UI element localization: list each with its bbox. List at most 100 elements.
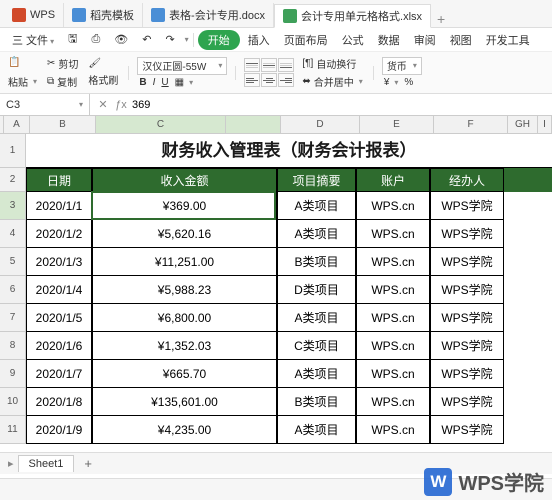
- table-row[interactable]: 2020/1/1¥369.00A类项目WPS.cnWPS学院: [26, 192, 552, 220]
- ribbon-data[interactable]: 数据: [372, 30, 406, 50]
- row-header[interactable]: 1: [0, 134, 25, 168]
- row-header[interactable]: 4: [0, 220, 25, 248]
- tab-wps[interactable]: WPS: [4, 3, 64, 27]
- ribbon-insert[interactable]: 插入: [242, 30, 276, 50]
- align-left[interactable]: [244, 73, 260, 87]
- redo-icon[interactable]: ↷: [159, 31, 180, 48]
- font-selector[interactable]: 汉仪正圆-55W▾: [137, 57, 227, 75]
- cell[interactable]: WPS学院: [430, 276, 504, 304]
- cell[interactable]: D类项目: [277, 276, 356, 304]
- cell[interactable]: ¥5,620.16: [92, 220, 277, 248]
- cut-button[interactable]: ✂剪切: [45, 55, 80, 72]
- col-header[interactable]: A: [4, 116, 30, 133]
- fx-icon[interactable]: ƒx: [114, 99, 128, 111]
- cell[interactable]: ¥4,235.00: [92, 416, 277, 444]
- col-header[interactable]: [226, 116, 281, 133]
- row-header[interactable]: 2: [0, 168, 25, 192]
- paste-button[interactable]: 📋: [6, 56, 39, 72]
- cell[interactable]: 2020/1/1: [26, 192, 92, 220]
- cell[interactable]: 2020/1/5: [26, 304, 92, 332]
- file-menu[interactable]: 三 文件▾: [6, 30, 60, 50]
- table-row[interactable]: 2020/1/5¥6,800.00A类项目WPS.cnWPS学院: [26, 304, 552, 332]
- table-row[interactable]: 2020/1/3¥11,251.00B类项目WPS.cnWPS学院: [26, 248, 552, 276]
- cell[interactable]: ¥369.00: [92, 192, 277, 220]
- number-format-selector[interactable]: 货币▾: [382, 57, 422, 75]
- cell[interactable]: WPS.cn: [356, 388, 430, 416]
- col-header[interactable]: F: [434, 116, 508, 133]
- cell[interactable]: WPS.cn: [356, 360, 430, 388]
- col-header[interactable]: I: [538, 116, 552, 133]
- cell[interactable]: WPS学院: [430, 416, 504, 444]
- tab-xlsx[interactable]: 会计专用单元格格式.xlsx: [274, 4, 431, 28]
- cell[interactable]: ¥1,352.03: [92, 332, 277, 360]
- table-row[interactable]: 2020/1/8¥135,601.00B类项目WPS.cnWPS学院: [26, 388, 552, 416]
- format-painter-button[interactable]: 🖌: [86, 57, 120, 70]
- merge-button[interactable]: ⬌ 合并居中▾: [300, 73, 364, 90]
- table-row[interactable]: 2020/1/6¥1,352.03C类项目WPS.cnWPS学院: [26, 332, 552, 360]
- cell[interactable]: B类项目: [277, 248, 356, 276]
- cell[interactable]: WPS.cn: [356, 220, 430, 248]
- wrap-button[interactable]: [¶] 自动换行: [300, 55, 364, 72]
- preview-icon[interactable]: 👁: [108, 31, 134, 48]
- cell[interactable]: ¥6,800.00: [92, 304, 277, 332]
- align-bottom[interactable]: [278, 58, 294, 72]
- cell[interactable]: WPS学院: [430, 220, 504, 248]
- italic-button[interactable]: I: [151, 76, 158, 89]
- align-middle[interactable]: [261, 58, 277, 72]
- cell[interactable]: C类项目: [277, 332, 356, 360]
- cancel-icon[interactable]: ✕: [96, 98, 110, 111]
- row-header[interactable]: 3: [0, 192, 25, 220]
- cell[interactable]: ¥5,988.23: [92, 276, 277, 304]
- tab-template[interactable]: 稻壳模板: [64, 3, 143, 27]
- cell[interactable]: WPS学院: [430, 248, 504, 276]
- cell[interactable]: WPS学院: [430, 360, 504, 388]
- cell[interactable]: 2020/1/6: [26, 332, 92, 360]
- table-row[interactable]: 2020/1/2¥5,620.16A类项目WPS.cnWPS学院: [26, 220, 552, 248]
- currency-button[interactable]: ¥▾: [382, 76, 401, 89]
- col-header[interactable]: B: [30, 116, 96, 133]
- cell[interactable]: WPS.cn: [356, 248, 430, 276]
- cell[interactable]: WPS.cn: [356, 304, 430, 332]
- paste-label[interactable]: 粘贴▾: [6, 73, 39, 90]
- cell[interactable]: 2020/1/3: [26, 248, 92, 276]
- row-header[interactable]: 8: [0, 332, 25, 360]
- row-header[interactable]: 11: [0, 416, 25, 444]
- add-sheet-button[interactable]: +: [78, 456, 98, 471]
- align-right[interactable]: [278, 73, 294, 87]
- sheet-nav-icon[interactable]: ▸: [8, 457, 14, 470]
- col-header[interactable]: E: [360, 116, 434, 133]
- print-icon[interactable]: ⎙: [85, 31, 106, 48]
- ribbon-dev[interactable]: 开发工具: [480, 30, 536, 50]
- copy-button[interactable]: ⧉复制: [45, 73, 80, 90]
- undo-icon[interactable]: ↶: [136, 31, 157, 48]
- table-row[interactable]: 2020/1/9¥4,235.00A类项目WPS.cnWPS学院: [26, 416, 552, 444]
- cell[interactable]: A类项目: [277, 220, 356, 248]
- percent-button[interactable]: %: [402, 76, 415, 89]
- cell[interactable]: B类项目: [277, 388, 356, 416]
- cell[interactable]: 2020/1/4: [26, 276, 92, 304]
- cell[interactable]: WPS.cn: [356, 276, 430, 304]
- row-header[interactable]: 9: [0, 360, 25, 388]
- cell[interactable]: 2020/1/9: [26, 416, 92, 444]
- cell[interactable]: 2020/1/8: [26, 388, 92, 416]
- cell[interactable]: WPS学院: [430, 192, 504, 220]
- cells-area[interactable]: 财务收入管理表（财务会计报表） 日期 收入金额 项目摘要 账户 经办人 2020…: [26, 134, 552, 444]
- cell[interactable]: ¥665.70: [92, 360, 277, 388]
- new-tab-button[interactable]: +: [431, 11, 451, 27]
- cell[interactable]: A类项目: [277, 192, 356, 220]
- row-header[interactable]: 7: [0, 304, 25, 332]
- border-button[interactable]: ▦▾: [173, 76, 195, 89]
- cell[interactable]: WPS.cn: [356, 332, 430, 360]
- formula-input[interactable]: [132, 94, 546, 115]
- cell[interactable]: WPS学院: [430, 332, 504, 360]
- ribbon-formula[interactable]: 公式: [336, 30, 370, 50]
- col-header[interactable]: D: [281, 116, 360, 133]
- col-header[interactable]: GH: [508, 116, 538, 133]
- bold-button[interactable]: B: [137, 76, 148, 89]
- row-header[interactable]: 10: [0, 388, 25, 416]
- col-header[interactable]: C: [96, 116, 226, 133]
- cell[interactable]: WPS学院: [430, 304, 504, 332]
- align-top[interactable]: [244, 58, 260, 72]
- cell[interactable]: WPS.cn: [356, 192, 430, 220]
- cell[interactable]: WPS学院: [430, 388, 504, 416]
